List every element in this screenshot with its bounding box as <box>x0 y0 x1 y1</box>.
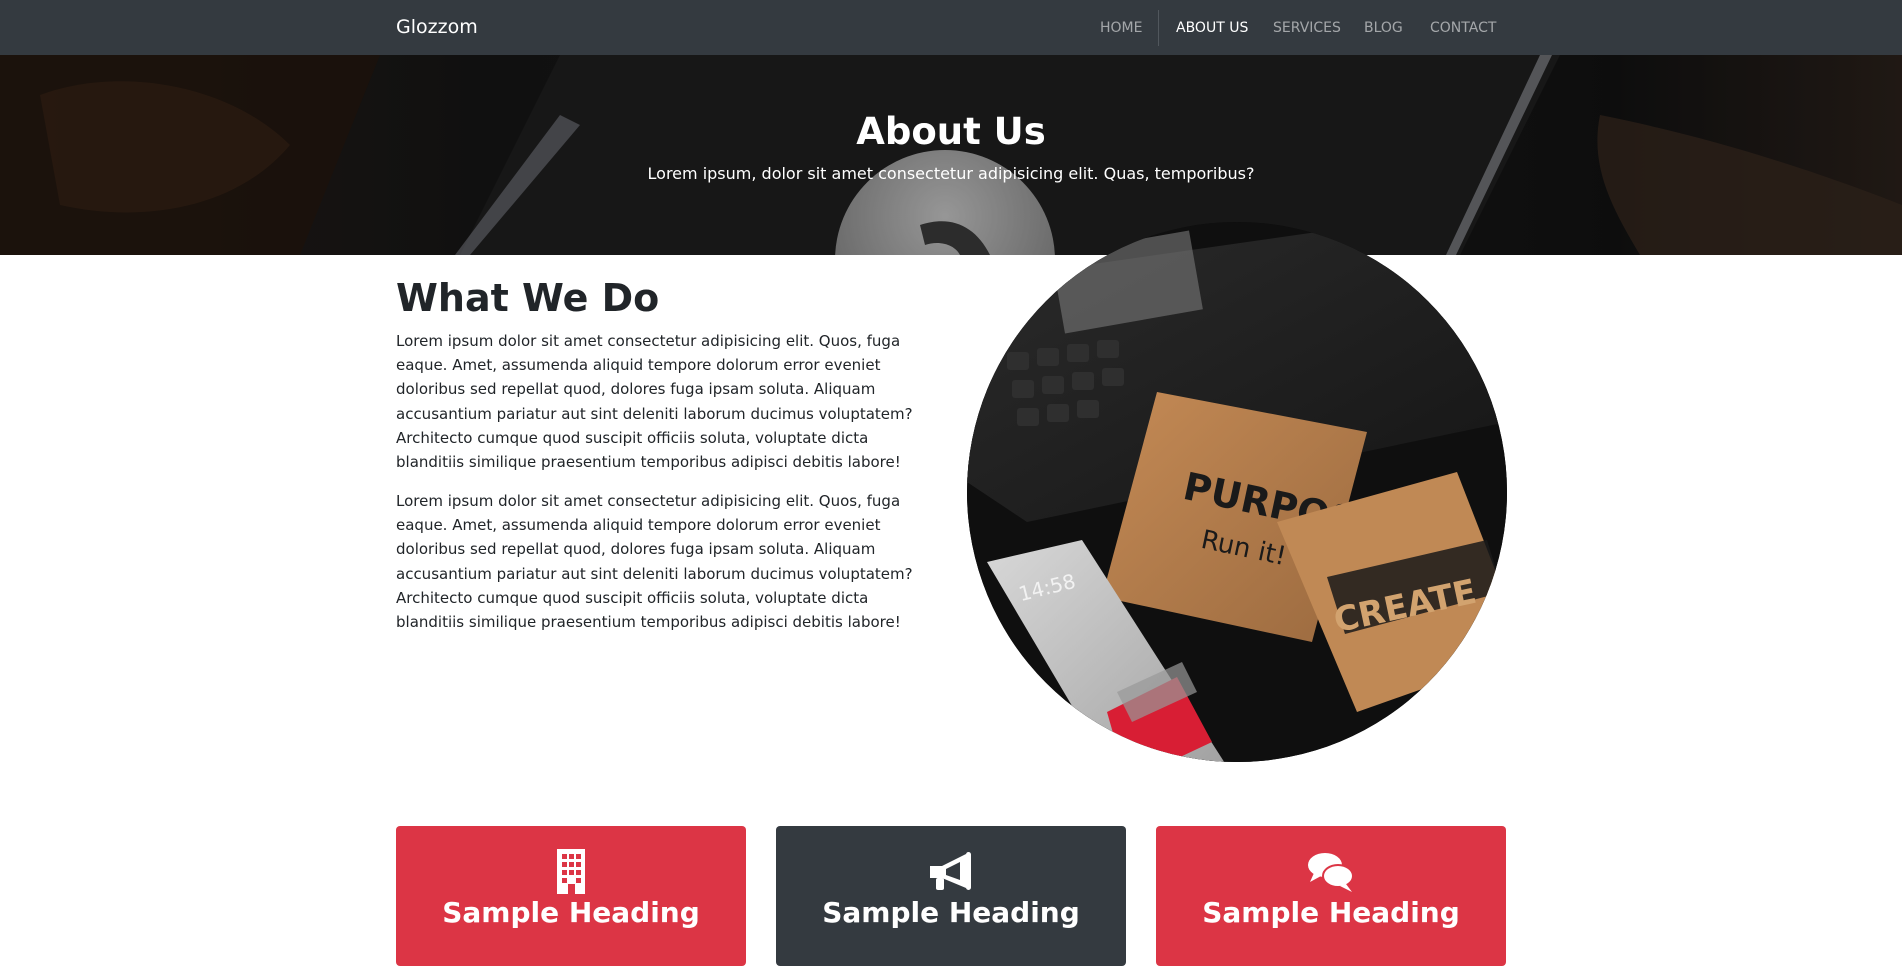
brand-logo[interactable]: Glozzom <box>396 15 478 39</box>
about-paragraph-1: Lorem ipsum dolor sit amet consectetur a… <box>396 332 913 472</box>
nav-link-about-us[interactable]: ABOUT US <box>1176 19 1248 37</box>
section-heading-what-we-do: What We Do <box>396 276 660 320</box>
about-circle-image: PURPOSE Run it! CREATE 14:58 <box>967 222 1507 762</box>
nav-link-home[interactable]: HOME <box>1100 19 1142 37</box>
about-paragraph-2: Lorem ipsum dolor sit amet consectetur a… <box>396 492 913 632</box>
comments-icon <box>1308 853 1354 892</box>
nav-link-services[interactable]: SERVICES <box>1273 19 1341 37</box>
nav-link-contact[interactable]: CONTACT <box>1430 19 1496 37</box>
feature-card-3: Sample Heading <box>1156 826 1506 966</box>
building-icon <box>557 849 585 894</box>
hero-title: About Us <box>856 110 1046 153</box>
hero-subtitle: Lorem ipsum, dolor sit amet consectetur … <box>647 164 1255 183</box>
bullhorn-icon <box>930 852 971 890</box>
nav-link-blog[interactable]: BLOG <box>1364 19 1403 37</box>
card-heading-2: Sample Heading <box>822 896 1080 929</box>
nav-divider <box>1158 10 1159 46</box>
feature-card-2: Sample Heading <box>776 826 1126 966</box>
page-header-hero: About Us Lorem ipsum, dolor sit amet con… <box>0 55 1902 255</box>
navbar: Glozzom HOME ABOUT US SERVICES BLOG CONT… <box>0 0 1902 55</box>
hero-background-image <box>0 55 1902 255</box>
card-heading-1: Sample Heading <box>442 896 700 929</box>
feature-card-1: Sample Heading <box>396 826 746 966</box>
card-heading-3: Sample Heading <box>1202 896 1460 929</box>
desk-photo-illustration: PURPOSE Run it! CREATE 14:58 <box>967 222 1507 762</box>
